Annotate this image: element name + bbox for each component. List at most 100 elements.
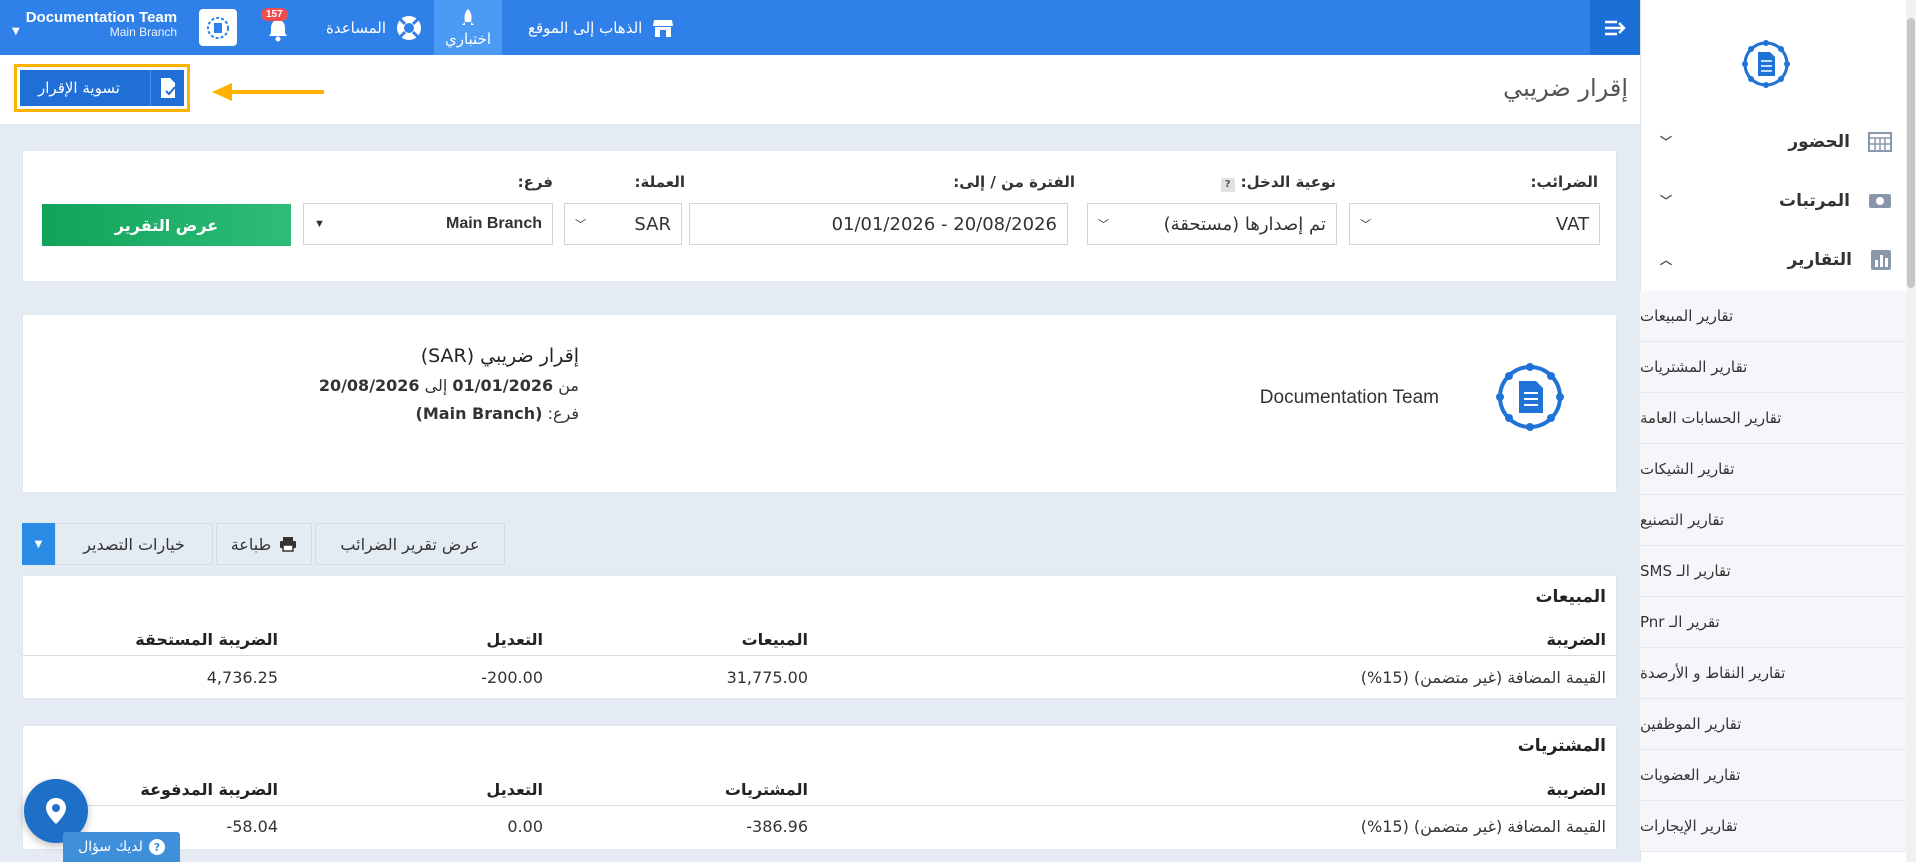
chevron-down-icon: ﹀ <box>1660 135 1673 149</box>
from-label: من <box>558 376 579 395</box>
column-header: المبيعات <box>741 630 808 649</box>
table-header-row: الضريبة المبيعات التعديل الضريبة المستحق… <box>23 626 1616 656</box>
sidebar-item-attendance[interactable]: الحضور ﹀ <box>1640 112 1906 171</box>
period-label: الفترة من / إلى: <box>953 173 1075 191</box>
app-logo-icon <box>1742 40 1790 88</box>
file-check-icon <box>150 70 184 106</box>
period-value: 01/01/2026 - 20/08/2026 <box>831 213 1057 235</box>
taxes-label: الضرائب: <box>1530 173 1598 191</box>
branch-select[interactable]: ▼ Main Branch <box>303 203 553 245</box>
bar-chart-icon <box>1871 249 1891 270</box>
report-branch: فرع: (Main Branch) <box>203 404 579 423</box>
sidebar-subitem-ledger-reports[interactable]: تقارير الحسابات العامة <box>1640 393 1906 444</box>
sidebar-subitem-points-reports[interactable]: تقارير النقاط و الأرصدة <box>1640 648 1906 699</box>
table-cell: -386.96 <box>746 817 808 836</box>
sidebar-subitem-purchase-reports[interactable]: تقارير المشتريات <box>1640 342 1906 393</box>
table-row: القيمة المضافة (غير متضمن) (15%) 31,775.… <box>23 664 1616 696</box>
purchases-table: المشتريات الضريبة المشتريات التعديل الضر… <box>22 725 1617 850</box>
map-pin-icon <box>46 798 66 824</box>
sidebar-item-label: الحضور <box>1788 131 1850 152</box>
settle-button-highlight: تسوية الإقرار <box>14 64 190 112</box>
chevron-up-icon: ︿ <box>1660 253 1673 267</box>
currency-select[interactable]: ﹀ SAR <box>564 203 682 245</box>
export-options-button[interactable]: ▼ خيارات التصدير <box>22 523 213 565</box>
chevron-down-icon: ﹀ <box>575 218 586 231</box>
column-header: الضريبة <box>1546 780 1606 799</box>
sidebar-subitem-cheque-reports[interactable]: تقارير الشيكات <box>1640 444 1906 495</box>
report-branch-value: (Main Branch) <box>415 404 543 423</box>
notifications-button[interactable]: 157 <box>261 8 293 44</box>
sidebar-subitem-sales-reports[interactable]: تقارير المبيعات <box>1640 291 1906 342</box>
table-cell: -58.04 <box>226 817 278 836</box>
sidebar-subitem-label: تقارير العضويات <box>1640 766 1741 784</box>
income-type-value: تم إصدارها (مستحقة) <box>1163 213 1326 235</box>
to-label: إلى <box>424 376 448 395</box>
ask-question-button[interactable]: لديك سؤال ? <box>63 832 180 862</box>
help-question-icon[interactable]: ? <box>1220 178 1235 192</box>
sidebar-subitem-label: تقارير المبيعات <box>1640 307 1734 325</box>
table-cell: 0.00 <box>507 817 543 836</box>
table-header-row: الضريبة المشتريات التعديل الضريبة المدفو… <box>23 776 1616 806</box>
chevron-down-icon: ﹀ <box>1660 194 1673 208</box>
report-company-name: Documentation Team <box>1259 387 1439 408</box>
trial-mode-button[interactable]: اختباري <box>434 0 502 55</box>
account-switcher[interactable]: ▼ Documentation Team Main Branch <box>12 9 177 40</box>
column-header: المشتريات <box>724 780 808 799</box>
sidebar-toggle-button[interactable] <box>1590 0 1640 55</box>
sidebar-subitem-manufacturing-reports[interactable]: تقارير التصنيع <box>1640 495 1906 546</box>
sidebar-subitem-rental-reports[interactable]: تقارير الإيجارات <box>1640 801 1906 852</box>
page-title: إقرار ضريبي <box>1503 74 1628 102</box>
report-actions: ▼ خيارات التصدير طباعة عرض تقرير الضرائب <box>22 523 505 565</box>
income-type-select[interactable]: ﹀ تم إصدارها (مستحقة) <box>1087 203 1337 245</box>
sidebar-subitem-label: تقارير المشتريات <box>1640 358 1748 376</box>
column-header: الضريبة <box>1546 630 1606 649</box>
company-logo[interactable] <box>199 9 237 46</box>
help-link[interactable]: المساعدة <box>318 0 424 55</box>
sidebar-item-reports[interactable]: التقارير ︿ <box>1640 230 1906 289</box>
sidebar-subitem-label: تقرير الـ Pnr <box>1640 613 1720 631</box>
chevron-down-icon: ﹀ <box>1098 218 1109 231</box>
show-report-button[interactable]: عرض التقرير <box>42 204 291 246</box>
sidebar-subitem-label: تقارير الإيجارات <box>1640 817 1738 835</box>
visit-site-link[interactable]: الذهاب إلى الموقع <box>520 0 674 55</box>
visit-site-label: الذهاب إلى الموقع <box>528 18 643 37</box>
income-type-label-wrap: نوعية الدخل:? <box>1220 173 1336 192</box>
ask-question-label: لديك سؤال <box>78 839 143 855</box>
table-cell: القيمة المضافة (غير متضمن) (15%) <box>1360 668 1606 687</box>
question-circle-icon: ? <box>148 839 165 855</box>
reports-submenu: تقارير المبيعات تقارير المشتريات تقارير … <box>1640 291 1906 852</box>
report-branch-label: فرع: <box>547 404 579 423</box>
taxes-select[interactable]: ﹀ VAT <box>1349 203 1600 245</box>
sidebar-subitem-pnr-report[interactable]: تقرير الـ Pnr <box>1640 597 1906 648</box>
show-tax-report-button[interactable]: عرض تقرير الضرائب <box>315 523 505 565</box>
sidebar-subitem-sms-reports[interactable]: تقارير الـ SMS <box>1640 546 1906 597</box>
column-header: التعديل <box>486 780 543 799</box>
print-label: طباعة <box>230 534 272 554</box>
scrollbar-thumb[interactable] <box>1907 18 1915 288</box>
branch-label: فرع: <box>517 173 553 191</box>
report-title: إقرار ضريبي (SAR) <box>420 345 579 367</box>
sidebar-subitem-label: تقارير الـ SMS <box>1640 562 1731 580</box>
purchases-section-title: المشتريات <box>1517 736 1606 756</box>
sidebar-subitem-membership-reports[interactable]: تقارير العضويات <box>1640 750 1906 801</box>
rocket-icon <box>462 8 474 25</box>
caret-down-icon: ▼ <box>314 218 325 230</box>
print-button[interactable]: طباعة <box>216 523 312 565</box>
period-input[interactable]: 01/01/2026 - 20/08/2026 <box>689 203 1068 245</box>
sidebar-subitem-employee-reports[interactable]: تقارير الموظفين <box>1640 699 1906 750</box>
trial-label: اختباري <box>444 29 492 48</box>
sidebar-subitem-label: تقارير التصنيع <box>1640 511 1725 529</box>
sidebar-item-payroll[interactable]: المرتبات ﹀ <box>1640 171 1906 230</box>
to-date: 20/08/2026 <box>318 376 420 395</box>
taxes-value: VAT <box>1555 213 1589 235</box>
help-label: المساعدة <box>326 18 387 37</box>
report-info: إقرار ضريبي (SAR) من 01/01/2026 إلى 20/0… <box>203 345 579 432</box>
table-row: القيمة المضافة (غير متضمن) (15%) -386.96… <box>23 814 1616 846</box>
company-name: Documentation Team <box>25 9 178 26</box>
sidebar-subitem-label: تقارير النقاط و الأرصدة <box>1640 664 1786 682</box>
sidebar-scrollbar[interactable] <box>1906 0 1916 862</box>
store-icon <box>653 19 674 37</box>
caret-down-icon[interactable]: ▼ <box>22 523 55 565</box>
settle-declaration-button[interactable]: تسوية الإقرار <box>20 70 184 106</box>
table-cell: القيمة المضافة (غير متضمن) (15%) <box>1360 817 1606 836</box>
